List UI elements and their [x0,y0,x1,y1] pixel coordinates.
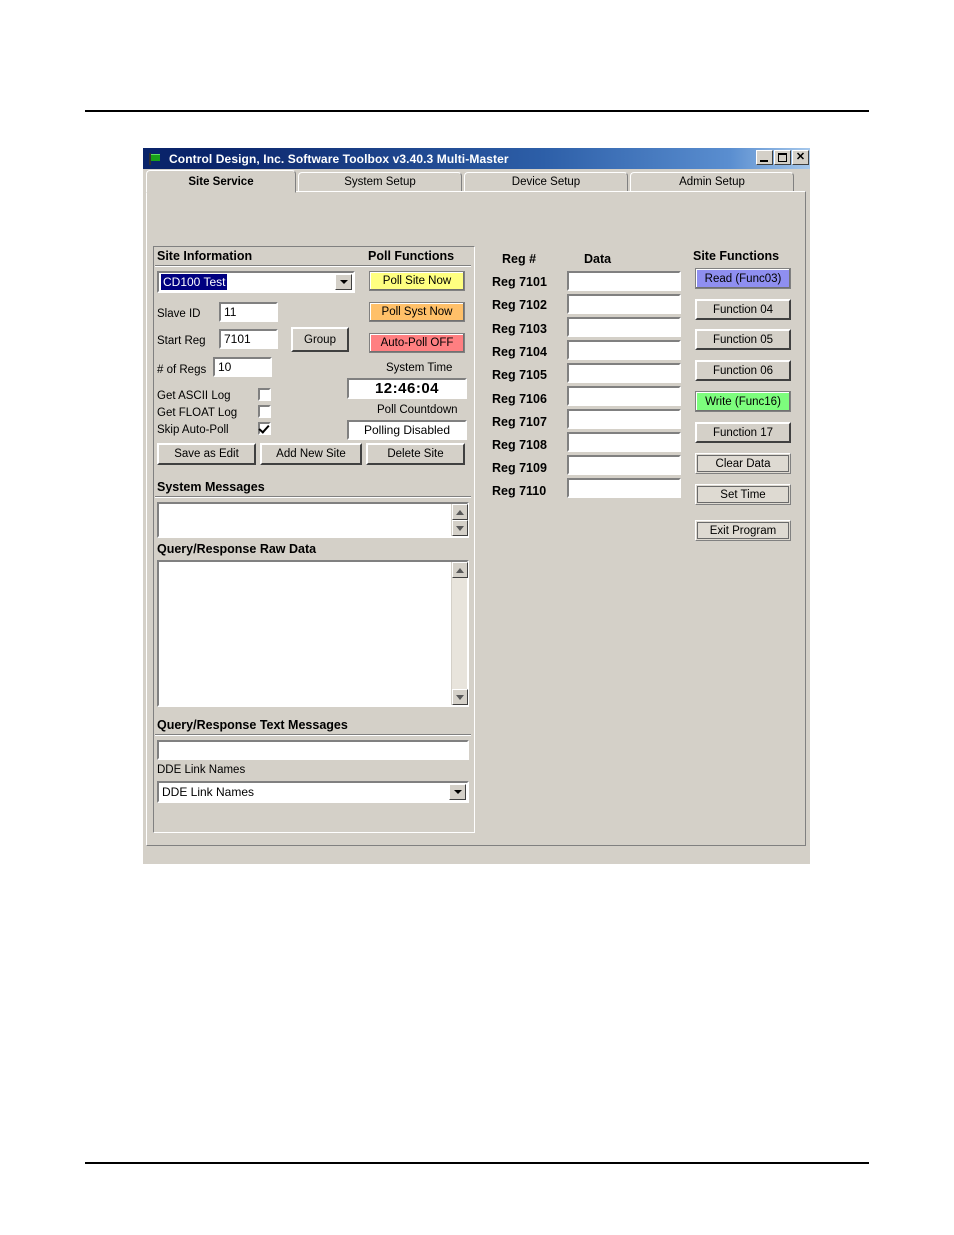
register-data-input[interactable] [567,363,681,383]
register-data-input[interactable] [567,478,681,498]
system-time-label: System Time [386,362,453,374]
register-row-label: Reg 7105 [492,368,547,382]
slave-id-input[interactable]: 11 [219,302,278,322]
start-reg-input[interactable]: 7101 [219,329,278,349]
register-data-input[interactable] [567,432,681,452]
tab-site-service[interactable]: Site Service [146,170,296,193]
raw-data-label: Query/Response Raw Data [157,542,317,556]
scroll-down-icon[interactable] [452,689,468,705]
skip-auto-poll-checkbox[interactable] [258,422,271,435]
set-time-button[interactable]: Set Time [695,484,791,505]
register-row-label: Reg 7110 [492,484,547,498]
scroll-up-icon[interactable] [452,562,468,578]
page-rule-top [85,110,869,112]
data-column-header: Data [584,252,612,266]
tab-strip: Site Service System Setup Device Setup A… [146,170,806,193]
text-messages-divider [155,734,471,736]
title-bar: Control Design, Inc. Software Toolbox v3… [143,148,810,169]
system-messages-divider [155,496,471,498]
register-row-label: Reg 7101 [492,275,547,289]
get-ascii-log-checkbox[interactable] [258,388,271,401]
register-row-label: Reg 7103 [492,322,547,336]
register-data-input[interactable] [567,409,681,429]
site-select-value: CD100 Test [161,274,228,290]
tab-panel-site-service: Site Information CD100 Test Slave ID 11 … [146,191,806,846]
site-functions-heading: Site Functions [693,249,780,263]
reg-column-header: Reg # [502,252,537,266]
dde-link-names-label: DDE Link Names [157,764,246,776]
tab-admin-setup[interactable]: Admin Setup [630,172,794,192]
register-data-input[interactable] [567,294,681,314]
register-row-label: Reg 7104 [492,345,547,359]
raw-data-scrollbar[interactable] [451,562,468,705]
read-func03-button[interactable]: Read (Func03) [695,268,791,289]
text-messages-input[interactable] [157,740,469,760]
system-messages-scrollbar[interactable] [451,504,468,536]
chevron-down-icon[interactable] [335,274,352,290]
system-time-display: 12:46:04 [347,378,467,399]
page-rule-bottom [85,1162,869,1164]
application-window: Control Design, Inc. Software Toolbox v3… [143,148,810,864]
maximize-button[interactable] [774,150,791,165]
tab-system-setup[interactable]: System Setup [298,172,462,192]
poll-countdown-label: Poll Countdown [377,404,458,416]
num-regs-label: # of Regs [157,364,207,376]
delete-site-button[interactable]: Delete Site [366,443,465,465]
close-button[interactable]: ✕ [792,150,809,165]
poll-syst-now-button[interactable]: Poll Syst Now [369,302,465,322]
system-messages-label: System Messages [157,480,265,494]
register-row-label: Reg 7108 [492,438,547,452]
site-information-divider [155,265,471,267]
poll-functions-heading: Poll Functions [368,249,455,263]
auto-poll-off-button[interactable]: Auto-Poll OFF [369,333,465,353]
write-func16-button[interactable]: Write (Func16) [695,391,791,412]
register-row-label: Reg 7106 [492,392,547,406]
tab-device-setup[interactable]: Device Setup [464,172,628,192]
clear-data-button[interactable]: Clear Data [695,453,791,474]
skip-auto-poll-label: Skip Auto-Poll [157,424,229,436]
site-select-combo[interactable]: CD100 Test [157,271,355,293]
tab-label: Device Setup [511,176,581,188]
chevron-down-icon[interactable] [449,784,466,800]
function-17-button[interactable]: Function 17 [695,422,791,443]
tab-label: System Setup [344,176,416,188]
site-information-heading: Site Information [157,249,253,263]
poll-countdown-display: Polling Disabled [347,420,467,440]
tab-label: Admin Setup [679,176,745,188]
register-data-input[interactable] [567,271,681,291]
text-messages-label: Query/Response Text Messages [157,718,348,732]
group-button[interactable]: Group [291,327,349,352]
register-row-label: Reg 7109 [492,461,547,475]
scroll-down-icon[interactable] [452,520,468,536]
slave-id-label: Slave ID [157,308,201,320]
raw-data-textarea[interactable] [157,560,469,707]
window-controls: ✕ [756,150,810,165]
poll-site-now-button[interactable]: Poll Site Now [369,271,465,291]
dde-link-names-value: DDE Link Names [162,785,255,799]
function-04-button[interactable]: Function 04 [695,299,791,320]
system-messages-textarea[interactable] [157,502,469,538]
minimize-button[interactable] [756,150,773,165]
add-new-site-button[interactable]: Add New Site [260,443,362,465]
function-06-button[interactable]: Function 06 [695,360,791,381]
flag-icon [147,152,163,166]
save-as-edit-button[interactable]: Save as Edit [157,443,256,465]
window-title: Control Design, Inc. Software Toolbox v3… [169,151,509,166]
tab-label: Site Service [188,175,254,188]
start-reg-label: Start Reg [157,335,206,347]
register-data-input[interactable] [567,455,681,475]
dde-link-names-combo[interactable]: DDE Link Names [157,781,469,803]
register-data-input[interactable] [567,386,681,406]
exit-program-button[interactable]: Exit Program [695,520,791,541]
register-row-label: Reg 7107 [492,415,547,429]
register-row-label: Reg 7102 [492,298,547,312]
function-05-button[interactable]: Function 05 [695,329,791,350]
get-ascii-log-label: Get ASCII Log [157,390,231,402]
scroll-up-icon[interactable] [452,504,468,520]
get-float-log-checkbox[interactable] [258,405,271,418]
num-regs-input[interactable]: 10 [213,357,272,377]
register-data-input[interactable] [567,317,681,337]
register-data-input[interactable] [567,340,681,360]
get-float-log-label: Get FLOAT Log [157,407,238,419]
